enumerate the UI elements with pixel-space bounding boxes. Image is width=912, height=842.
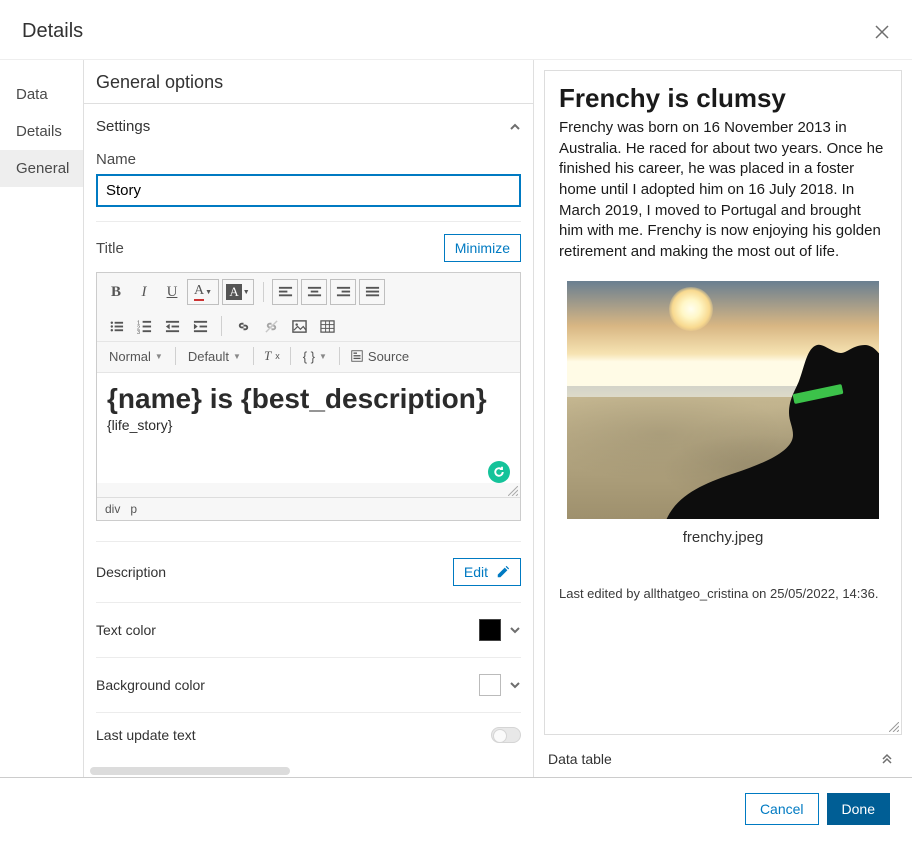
editor-resize-handle[interactable]: [97, 483, 520, 497]
preview-heading: Frenchy is clumsy: [559, 83, 887, 114]
font-dropdown[interactable]: Default▼: [182, 347, 247, 366]
clear-formatting-icon[interactable]: Tx: [260, 346, 284, 366]
data-table-label: Data table: [548, 751, 612, 767]
align-right-icon[interactable]: [330, 279, 356, 305]
numbered-list-icon[interactable]: 123: [131, 313, 157, 339]
settings-label: Settings: [96, 118, 150, 135]
editor-heading-text: {name} is {best_description}: [107, 383, 510, 415]
cancel-button[interactable]: Cancel: [745, 793, 819, 825]
text-color-picker[interactable]: [479, 619, 521, 641]
double-chevron-up-icon: [880, 752, 894, 766]
align-justify-icon[interactable]: [359, 279, 385, 305]
svg-text:3: 3: [137, 330, 140, 334]
last-update-toggle[interactable]: [491, 727, 521, 743]
last-update-text-label: Last update text: [96, 727, 196, 743]
fields-dropdown[interactable]: { }▼: [297, 347, 333, 366]
bg-color-swatch: [479, 674, 501, 696]
last-edited-text: Last edited by allthatgeo_cristina on 25…: [559, 586, 887, 601]
dialog-title: Details: [22, 20, 83, 43]
done-button[interactable]: Done: [827, 793, 890, 825]
close-icon[interactable]: [874, 24, 890, 40]
italic-icon[interactable]: I: [131, 279, 157, 305]
title-editor-body[interactable]: {name} is {best_description} {life_story…: [97, 373, 520, 483]
chevron-down-icon: [509, 624, 521, 636]
settings-section-toggle[interactable]: Settings: [96, 104, 521, 145]
dog-silhouette: [665, 323, 879, 519]
grammarly-icon[interactable]: [488, 461, 510, 483]
image-caption: frenchy.jpeg: [559, 529, 887, 546]
data-table-section-toggle[interactable]: Data table: [544, 745, 902, 777]
bold-icon[interactable]: B: [103, 279, 129, 305]
horizontal-scrollbar[interactable]: [90, 767, 290, 775]
toolbar-separator: [263, 282, 264, 302]
edit-description-button[interactable]: Edit: [453, 558, 521, 586]
paragraph-format-dropdown[interactable]: Normal▼: [103, 347, 169, 366]
general-options-heading: General options: [84, 60, 533, 104]
image-icon[interactable]: [286, 313, 312, 339]
editor-toolbar: B I U A▼ A▼ 123: [97, 273, 520, 342]
indent-icon[interactable]: [187, 313, 213, 339]
editor-element-path: div p: [97, 497, 520, 520]
path-p[interactable]: p: [130, 502, 137, 516]
tab-data[interactable]: Data: [0, 76, 83, 113]
source-button[interactable]: Source: [346, 347, 413, 366]
bg-color-icon[interactable]: A▼: [222, 279, 254, 305]
underline-icon[interactable]: U: [159, 279, 185, 305]
name-input[interactable]: [96, 174, 521, 207]
text-color-swatch: [479, 619, 501, 641]
font-color-icon[interactable]: A▼: [187, 279, 219, 305]
unlink-icon[interactable]: [258, 313, 284, 339]
table-icon[interactable]: [314, 313, 340, 339]
card-resize-handle[interactable]: [889, 722, 899, 732]
align-left-icon[interactable]: [272, 279, 298, 305]
toolbar-separator: [221, 316, 222, 336]
editor-body-text: {life_story}: [107, 417, 510, 433]
title-label: Title: [96, 240, 124, 257]
minimize-button[interactable]: Minimize: [444, 234, 521, 262]
bullet-list-icon[interactable]: [103, 313, 129, 339]
tab-general[interactable]: General: [0, 150, 83, 187]
preview-image: [567, 281, 879, 519]
align-center-icon[interactable]: [301, 279, 327, 305]
pencil-icon: [496, 565, 510, 579]
chevron-down-icon: [509, 679, 521, 691]
left-tab-list: Data Details General: [0, 60, 84, 777]
background-color-picker[interactable]: [479, 674, 521, 696]
background-color-label: Background color: [96, 677, 205, 693]
outdent-icon[interactable]: [159, 313, 185, 339]
chevron-up-icon: [509, 121, 521, 133]
preview-body: Frenchy was born on 16 November 2013 in …: [559, 118, 887, 263]
name-label: Name: [96, 145, 521, 174]
description-label: Description: [96, 564, 166, 580]
link-icon[interactable]: [230, 313, 256, 339]
text-color-label: Text color: [96, 622, 156, 638]
path-div[interactable]: div: [105, 502, 120, 516]
preview-card: Frenchy is clumsy Frenchy was born on 16…: [544, 70, 902, 735]
source-icon: [350, 349, 364, 363]
tab-details[interactable]: Details: [0, 113, 83, 150]
